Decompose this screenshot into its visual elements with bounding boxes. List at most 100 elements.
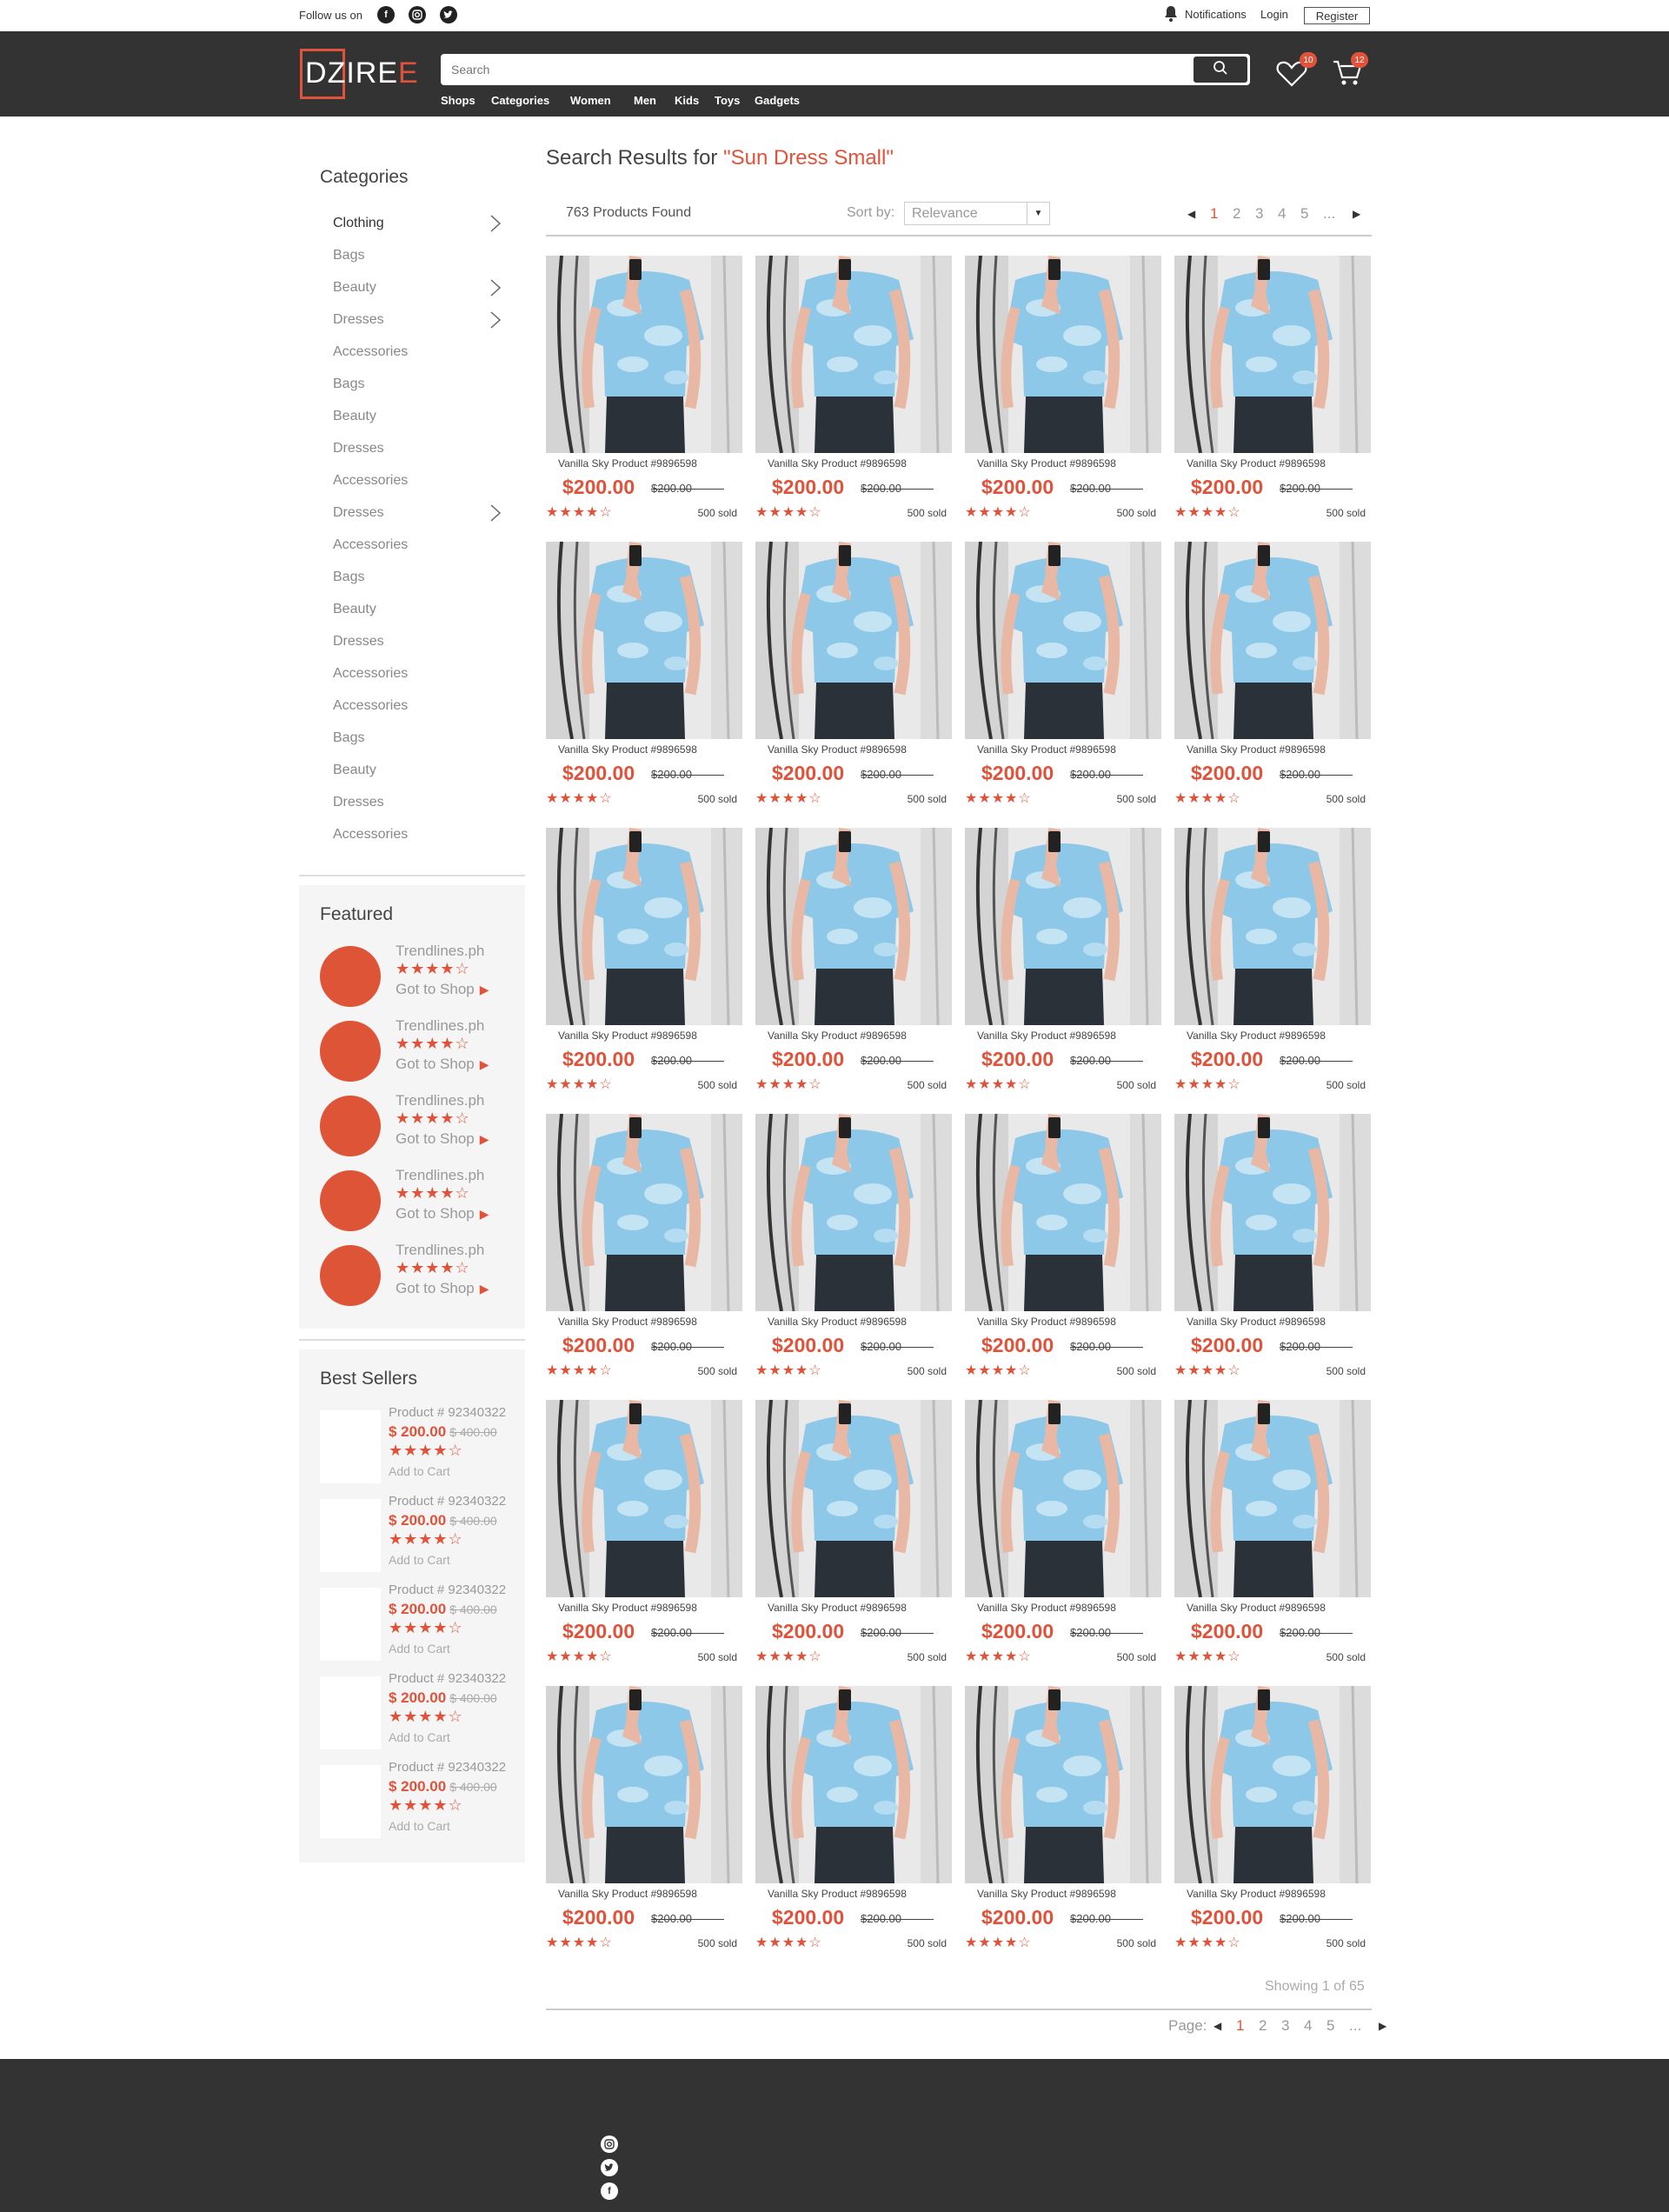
product-name[interactable]: Vanilla Sky Product #9896598 — [1187, 457, 1326, 470]
product-name[interactable]: Vanilla Sky Product #9896598 — [977, 1888, 1116, 1900]
product-card[interactable]: Vanilla Sky Product #9896598 $200.00 $200.… — [1174, 542, 1371, 811]
product-card[interactable]: Vanilla Sky Product #9896598 $200.00 $200.… — [755, 542, 952, 811]
go-to-shop-link[interactable]: Got to Shop ▶ — [396, 981, 489, 998]
product-name[interactable]: Vanilla Sky Product #9896598 — [558, 1316, 697, 1328]
product-thumbnail[interactable] — [320, 1499, 381, 1572]
category-item[interactable]: Bags — [333, 730, 364, 746]
product-card[interactable]: Vanilla Sky Product #9896598 $200.00 $200.… — [755, 1114, 952, 1383]
product-image[interactable] — [1174, 1114, 1371, 1311]
product-card[interactable]: Vanilla Sky Product #9896598 $200.00 $200.… — [546, 1400, 742, 1669]
product-card[interactable]: Vanilla Sky Product #9896598 $200.00 $200.… — [755, 828, 952, 1097]
nav-kids[interactable]: Kids — [675, 94, 699, 107]
product-card[interactable]: Vanilla Sky Product #9896598 $200.00 $200.… — [965, 1686, 1161, 1955]
product-image[interactable] — [755, 1686, 952, 1883]
chevron-right-icon[interactable] — [489, 278, 502, 297]
product-card[interactable]: Vanilla Sky Product #9896598 $200.00 $200.… — [1174, 1114, 1371, 1383]
product-name[interactable]: Product # 92340322 — [389, 1405, 506, 1420]
product-card[interactable]: Vanilla Sky Product #9896598 $200.00 $200.… — [1174, 256, 1371, 525]
product-name[interactable]: Vanilla Sky Product #9896598 — [558, 1888, 697, 1900]
go-to-shop-link[interactable]: Got to Shop ▶ — [396, 1205, 489, 1223]
page-number[interactable]: 2 — [1259, 2017, 1267, 2035]
product-name[interactable]: Vanilla Sky Product #9896598 — [558, 1029, 697, 1042]
product-image[interactable] — [755, 828, 952, 1025]
product-name[interactable]: Vanilla Sky Product #9896598 — [558, 457, 697, 470]
page-number[interactable]: 1 — [1236, 2017, 1244, 2035]
page-number[interactable]: 1 — [1210, 205, 1218, 223]
product-image[interactable] — [546, 828, 742, 1025]
product-name[interactable]: Product # 92340322 — [389, 1494, 506, 1509]
product-image[interactable] — [1174, 1400, 1371, 1597]
product-image[interactable] — [965, 828, 1161, 1025]
product-card[interactable]: Vanilla Sky Product #9896598 $200.00 $200.… — [546, 256, 742, 525]
page-number[interactable]: 4 — [1304, 2017, 1312, 2035]
product-image[interactable] — [755, 1400, 952, 1597]
product-name[interactable]: Vanilla Sky Product #9896598 — [768, 1316, 907, 1328]
product-card[interactable]: Vanilla Sky Product #9896598 $200.00 $200.… — [1174, 1686, 1371, 1955]
product-name[interactable]: Vanilla Sky Product #9896598 — [1187, 1316, 1326, 1328]
page-number[interactable]: 3 — [1255, 205, 1263, 223]
category-item[interactable]: Accessories — [333, 473, 408, 489]
category-item[interactable]: Beauty — [333, 763, 376, 778]
chevron-right-icon[interactable] — [489, 310, 502, 330]
category-item[interactable]: Bags — [333, 248, 364, 263]
nav-gadgets[interactable]: Gadgets — [755, 94, 800, 107]
login-link[interactable]: Login — [1260, 8, 1288, 21]
shop-avatar[interactable] — [320, 1170, 381, 1231]
product-image[interactable] — [755, 542, 952, 739]
instagram-icon[interactable] — [601, 2135, 618, 2153]
product-image[interactable] — [1174, 256, 1371, 453]
product-image[interactable] — [965, 542, 1161, 739]
page-number[interactable]: 4 — [1278, 205, 1286, 223]
product-image[interactable] — [965, 1686, 1161, 1883]
page-number[interactable]: ... — [1323, 205, 1335, 223]
category-item[interactable]: Dresses — [333, 634, 384, 650]
add-to-cart-link[interactable]: Add to Cart — [389, 1819, 450, 1833]
shop-avatar[interactable] — [320, 946, 381, 1007]
product-name[interactable]: Vanilla Sky Product #9896598 — [768, 1888, 907, 1900]
product-card[interactable]: Vanilla Sky Product #9896598 $200.00 $200.… — [965, 1114, 1161, 1383]
product-image[interactable] — [965, 1400, 1161, 1597]
go-to-shop-link[interactable]: Got to Shop ▶ — [396, 1130, 489, 1148]
shop-name[interactable]: Trendlines.ph — [396, 1017, 484, 1035]
product-thumbnail[interactable] — [320, 1588, 381, 1661]
product-image[interactable] — [965, 1114, 1161, 1311]
sort-select[interactable]: Relevance ▼ — [904, 202, 1050, 225]
product-image[interactable] — [546, 542, 742, 739]
category-item[interactable]: Dresses — [333, 312, 384, 328]
product-card[interactable]: Vanilla Sky Product #9896598 $200.00 $200.… — [965, 1400, 1161, 1669]
facebook-icon[interactable]: f — [601, 2182, 618, 2200]
shop-name[interactable]: Trendlines.ph — [396, 1092, 484, 1109]
chevron-right-icon[interactable] — [489, 214, 502, 233]
product-image[interactable] — [755, 256, 952, 453]
product-image[interactable] — [1174, 542, 1371, 739]
product-image[interactable] — [546, 1400, 742, 1597]
product-name[interactable]: Product # 92340322 — [389, 1760, 506, 1775]
category-item[interactable]: Accessories — [333, 666, 408, 682]
product-card[interactable]: Vanilla Sky Product #9896598 $200.00 $200.… — [546, 542, 742, 811]
product-image[interactable] — [755, 1114, 952, 1311]
twitter-icon[interactable] — [440, 6, 457, 23]
nav-categories[interactable]: Categories — [491, 94, 549, 107]
product-name[interactable]: Vanilla Sky Product #9896598 — [558, 743, 697, 756]
shop-name[interactable]: Trendlines.ph — [396, 1167, 484, 1184]
notifications-link[interactable]: Notifications — [1185, 8, 1247, 21]
product-name[interactable]: Vanilla Sky Product #9896598 — [977, 1316, 1116, 1328]
shop-name[interactable]: Trendlines.ph — [396, 943, 484, 960]
product-name[interactable]: Vanilla Sky Product #9896598 — [768, 1602, 907, 1614]
product-name[interactable]: Vanilla Sky Product #9896598 — [977, 1602, 1116, 1614]
page-number[interactable]: 5 — [1327, 2017, 1334, 2035]
go-to-shop-link[interactable]: Got to Shop ▶ — [396, 1056, 489, 1073]
product-name[interactable]: Product # 92340322 — [389, 1671, 506, 1686]
product-name[interactable]: Vanilla Sky Product #9896598 — [1187, 1602, 1326, 1614]
shop-name[interactable]: Trendlines.ph — [396, 1242, 484, 1259]
category-item[interactable]: Accessories — [333, 827, 408, 843]
category-item[interactable]: Dresses — [333, 505, 384, 521]
search-button[interactable] — [1194, 57, 1247, 83]
product-name[interactable]: Vanilla Sky Product #9896598 — [977, 457, 1116, 470]
product-card[interactable]: Vanilla Sky Product #9896598 $200.00 $200.… — [755, 256, 952, 525]
prev-page-icon[interactable]: ◀ — [1214, 2020, 1221, 2032]
nav-toys[interactable]: Toys — [715, 94, 740, 107]
category-item[interactable]: Beauty — [333, 602, 376, 617]
product-image[interactable] — [546, 256, 742, 453]
shop-avatar[interactable] — [320, 1096, 381, 1156]
